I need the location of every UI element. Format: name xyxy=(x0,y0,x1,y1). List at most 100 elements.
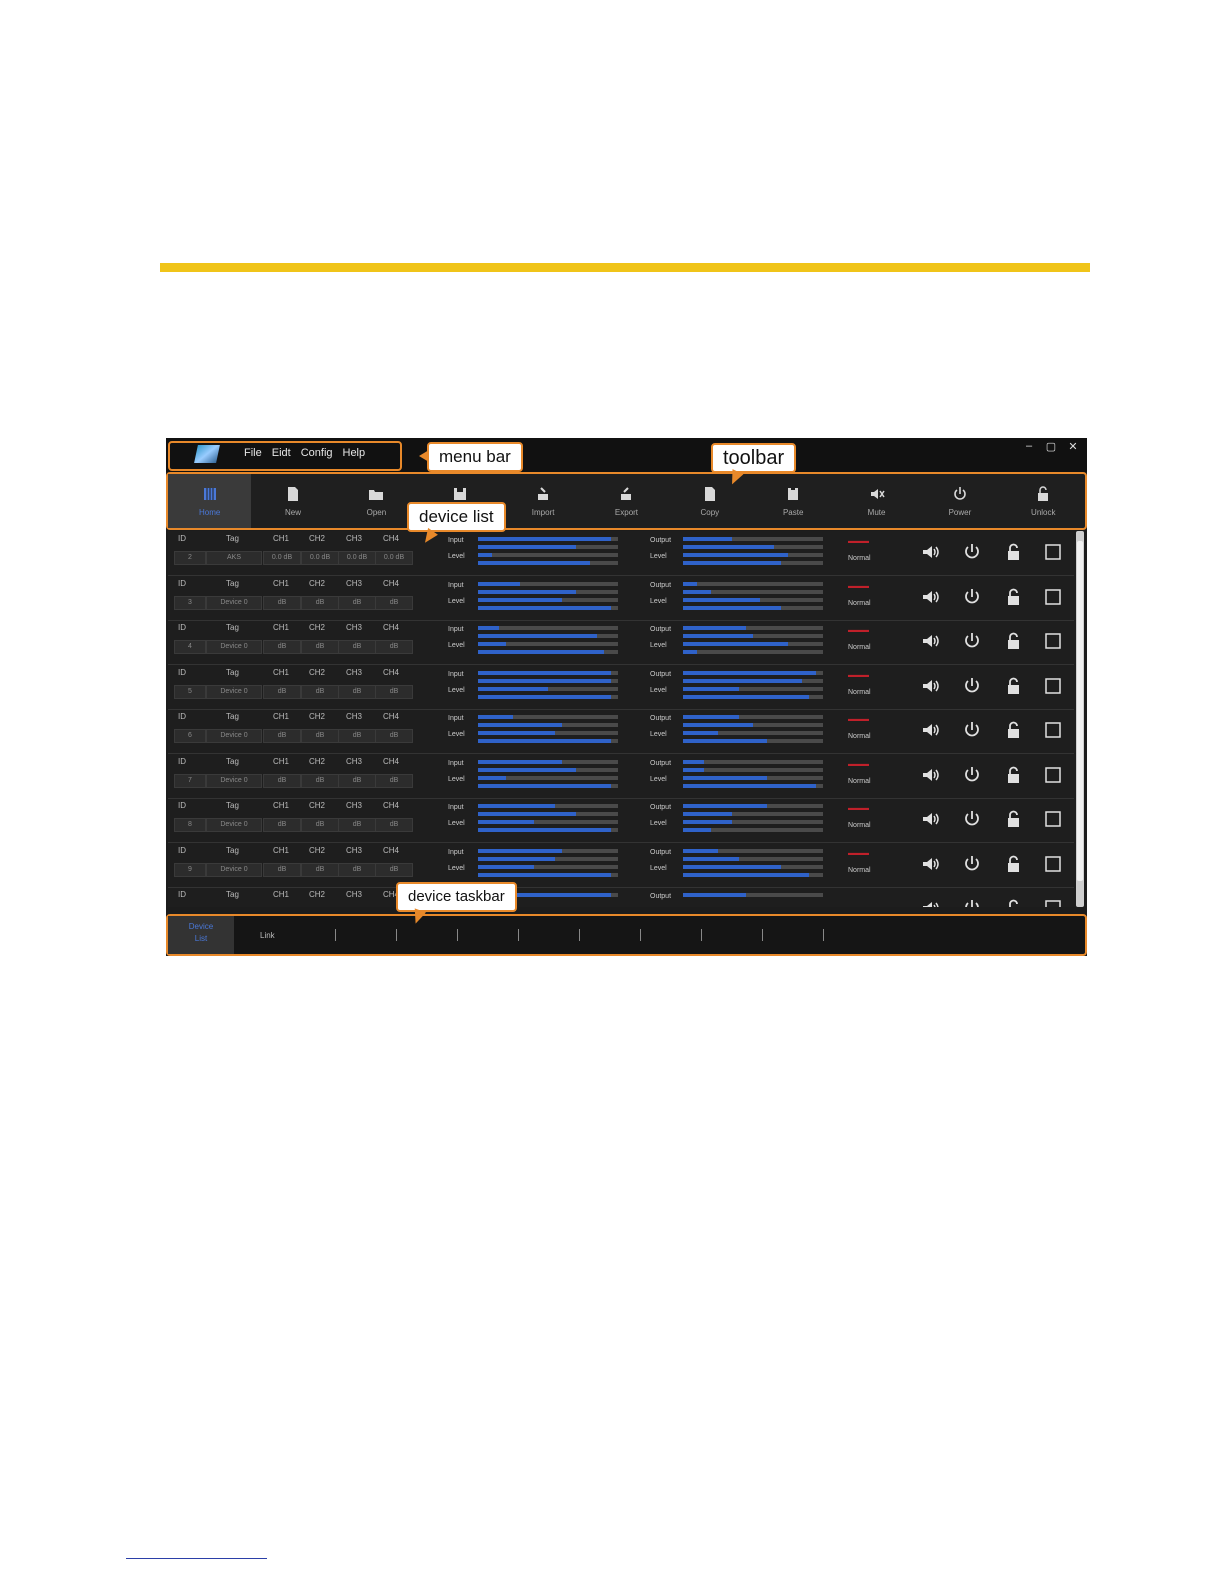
power-icon[interactable] xyxy=(962,765,982,785)
power-icon[interactable] xyxy=(962,542,982,562)
channel-gain-field[interactable]: dB xyxy=(375,729,413,743)
new-icon xyxy=(288,486,299,501)
device-list-tab[interactable]: Device List xyxy=(168,916,234,954)
channel-gain-field[interactable]: dB xyxy=(263,862,301,877)
channel-gain-field[interactable]: dB xyxy=(301,818,339,832)
speaker-icon[interactable] xyxy=(920,898,940,907)
channel-gain-field[interactable]: dB xyxy=(301,684,339,699)
channel-gain-field[interactable]: dB xyxy=(375,595,413,610)
meter-fill xyxy=(478,775,506,780)
channel-gain-field[interactable]: dB xyxy=(301,862,339,877)
menu-edit[interactable]: Eidt xyxy=(272,447,291,459)
menu-help[interactable]: Help xyxy=(343,447,366,459)
checkbox-icon[interactable] xyxy=(1043,898,1063,907)
channel-gain-field[interactable]: dB xyxy=(301,773,339,788)
unlock-icon[interactable] xyxy=(1003,854,1023,874)
toolbar-import-button[interactable]: Import xyxy=(501,474,584,528)
checkbox-icon[interactable] xyxy=(1043,587,1063,607)
channel-gain-field[interactable]: dB xyxy=(338,729,376,743)
menu-config[interactable]: Config xyxy=(301,447,333,459)
toolbar-home-button[interactable]: Home xyxy=(168,474,252,528)
channel-gain-field[interactable]: dB xyxy=(375,862,413,877)
unlock-icon[interactable] xyxy=(1003,587,1023,607)
channel-gain-field[interactable]: dB xyxy=(338,818,376,832)
channel-gain-field[interactable]: dB xyxy=(263,595,301,610)
channel-gain-field[interactable]: dB xyxy=(375,640,413,654)
link-tab[interactable]: Link xyxy=(260,931,275,940)
channel-gain-field[interactable]: dB xyxy=(375,818,413,832)
maximize-icon[interactable]: ▢ xyxy=(1043,440,1059,453)
level-label: Output xyxy=(650,893,672,900)
device-tag-field[interactable]: Device 0 xyxy=(206,818,262,832)
minimize-icon[interactable]: – xyxy=(1021,440,1037,453)
unlock-icon[interactable] xyxy=(1003,542,1023,562)
channel-gain-field[interactable]: dB xyxy=(375,773,413,788)
power-icon[interactable] xyxy=(962,854,982,874)
unlock-icon[interactable] xyxy=(1003,765,1023,785)
speaker-icon[interactable] xyxy=(920,631,940,651)
speaker-icon[interactable] xyxy=(920,676,940,696)
channel-gain-field[interactable]: dB xyxy=(263,640,301,654)
checkbox-icon[interactable] xyxy=(1043,765,1063,785)
toolbar-open-button[interactable]: Open xyxy=(335,474,418,528)
channel-gain-field[interactable]: dB xyxy=(263,773,301,788)
speaker-icon[interactable] xyxy=(920,854,940,874)
menu-file[interactable]: File xyxy=(244,447,262,459)
toolbar-paste-button[interactable]: Paste xyxy=(752,474,835,528)
speaker-icon[interactable] xyxy=(920,587,940,607)
toolbar-new-button[interactable]: New xyxy=(251,474,334,528)
checkbox-icon[interactable] xyxy=(1043,720,1063,740)
channel-gain-field[interactable]: dB xyxy=(301,640,339,654)
toolbar-export-button[interactable]: Export xyxy=(585,474,668,528)
speaker-icon[interactable] xyxy=(920,542,940,562)
power-icon[interactable] xyxy=(962,809,982,829)
power-icon[interactable] xyxy=(962,587,982,607)
device-tag-field[interactable]: Device 0 xyxy=(206,640,262,654)
channel-gain-field[interactable]: dB xyxy=(338,595,376,610)
speaker-icon[interactable] xyxy=(920,720,940,740)
unlock-icon[interactable] xyxy=(1003,631,1023,651)
checkbox-icon[interactable] xyxy=(1043,676,1063,696)
channel-gain-field[interactable]: dB xyxy=(338,862,376,877)
channel-gain-field[interactable]: dB xyxy=(338,684,376,699)
channel-gain-field[interactable]: 0.0 dB xyxy=(338,551,376,565)
power-icon[interactable] xyxy=(962,720,982,740)
checkbox-icon[interactable] xyxy=(1043,854,1063,874)
channel-gain-field[interactable]: dB xyxy=(375,684,413,699)
toolbar-power-button[interactable]: Power xyxy=(918,474,1001,528)
device-list-scrollbar[interactable] xyxy=(1076,531,1084,907)
unlock-icon[interactable] xyxy=(1003,898,1023,907)
channel-gain-field[interactable]: dB xyxy=(338,773,376,788)
power-icon[interactable] xyxy=(962,676,982,696)
unlock-icon[interactable] xyxy=(1003,720,1023,740)
power-icon[interactable] xyxy=(962,898,982,907)
scrollbar-thumb[interactable] xyxy=(1077,541,1083,881)
unlock-icon[interactable] xyxy=(1003,676,1023,696)
device-tag-field[interactable]: Device 0 xyxy=(206,684,262,699)
channel-gain-field[interactable]: dB xyxy=(263,684,301,699)
checkbox-icon[interactable] xyxy=(1043,542,1063,562)
speaker-icon[interactable] xyxy=(920,809,940,829)
toolbar-mute-button[interactable]: Mute xyxy=(835,474,918,528)
meter-fill xyxy=(478,872,611,877)
device-tag-field[interactable]: Device 0 xyxy=(206,862,262,877)
channel-gain-field[interactable]: dB xyxy=(263,729,301,743)
channel-gain-field[interactable]: dB xyxy=(301,729,339,743)
checkbox-icon[interactable] xyxy=(1043,809,1063,829)
device-tag-field[interactable]: Device 0 xyxy=(206,729,262,743)
power-icon[interactable] xyxy=(962,631,982,651)
device-tag-field[interactable]: Device 0 xyxy=(206,773,262,788)
checkbox-icon[interactable] xyxy=(1043,631,1063,651)
channel-gain-field[interactable]: dB xyxy=(338,640,376,654)
unlock-icon[interactable] xyxy=(1003,809,1023,829)
channel-gain-field[interactable]: 0.0 dB xyxy=(263,551,301,565)
close-icon[interactable]: ✕ xyxy=(1065,440,1081,453)
channel-gain-field[interactable]: dB xyxy=(263,818,301,832)
toolbar-unlock-button[interactable]: Unlock xyxy=(1002,474,1085,528)
device-tag-field[interactable]: Device 0 xyxy=(206,595,262,610)
device-tag-field[interactable]: AKS xyxy=(206,551,262,565)
speaker-icon[interactable] xyxy=(920,765,940,785)
channel-gain-field[interactable]: dB xyxy=(301,595,339,610)
channel-gain-field[interactable]: 0.0 dB xyxy=(375,551,413,565)
channel-gain-field[interactable]: 0.0 dB xyxy=(301,551,339,565)
